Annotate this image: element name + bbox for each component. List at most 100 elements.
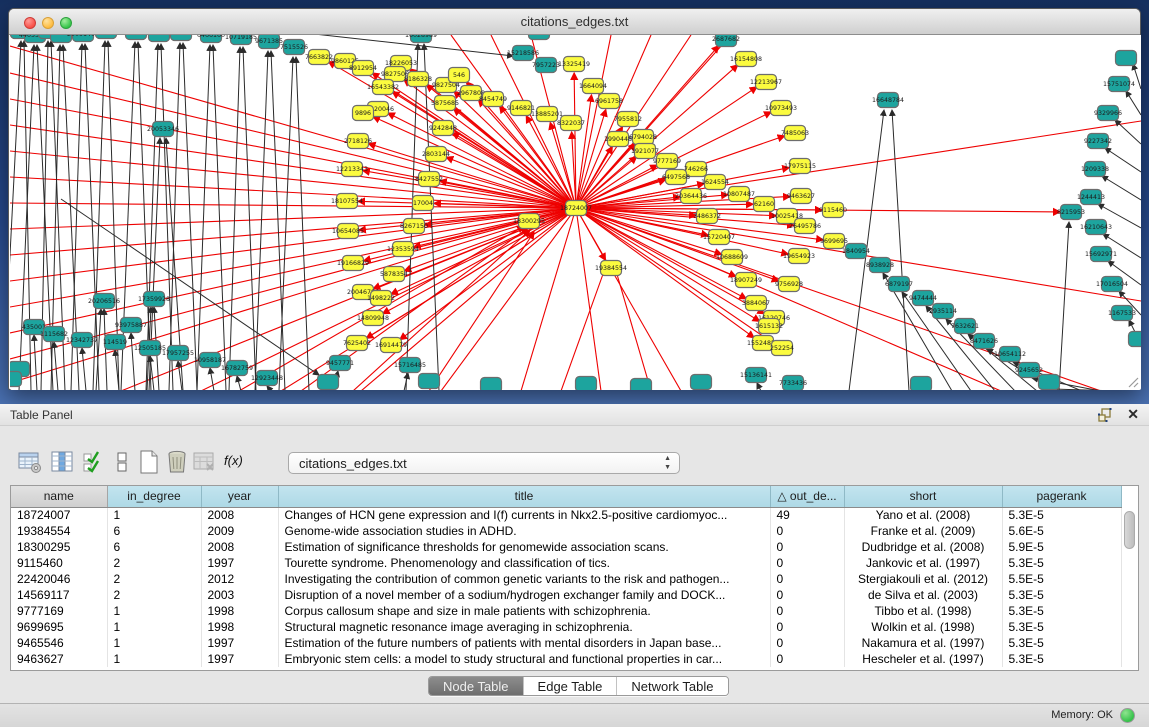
- table-cell[interactable]: 18300295: [11, 539, 107, 555]
- network-edge[interactable]: [197, 45, 210, 390]
- network-node[interactable]: 15692971: [1085, 247, 1117, 262]
- network-node[interactable]: 1624554: [701, 175, 729, 190]
- column-header-title[interactable]: title: [278, 486, 770, 507]
- network-node[interactable]: [481, 378, 502, 391]
- network-node[interactable]: 17016504: [1096, 277, 1128, 292]
- rows-icon[interactable]: [110, 450, 134, 474]
- close-panel-icon[interactable]: ✕: [1127, 406, 1139, 423]
- network-node[interactable]: 114519: [103, 335, 127, 350]
- network-edge[interactable]: [296, 57, 309, 390]
- table-cell[interactable]: 2: [107, 587, 201, 603]
- network-edge[interactable]: [271, 51, 285, 390]
- table-cell[interactable]: Stergiakouli et al. (2012): [844, 571, 1002, 587]
- table-cell[interactable]: Yano et al. (2008): [844, 507, 1002, 523]
- network-edge[interactable]: [10, 41, 21, 390]
- column-header-name[interactable]: name: [11, 486, 107, 507]
- network-node[interactable]: 7955812: [614, 112, 642, 127]
- network-node[interactable]: 252254: [770, 341, 794, 356]
- tab-edge-table[interactable]: Edge Table: [523, 677, 617, 695]
- vertical-scrollbar[interactable]: [1123, 510, 1136, 668]
- network-node[interactable]: 8322037: [557, 116, 585, 131]
- table-cell[interactable]: Nakamura et al. (1997): [844, 635, 1002, 651]
- table-cell[interactable]: 0: [770, 555, 844, 571]
- table-cell[interactable]: 5.3E-5: [1002, 651, 1121, 667]
- window-titlebar[interactable]: citations_edges.txt: [9, 9, 1140, 35]
- function-builder-icon[interactable]: f(x): [224, 453, 252, 477]
- network-node[interactable]: 1209338: [1081, 162, 1109, 177]
- network-edge[interactable]: [1102, 176, 1141, 200]
- table-cell[interactable]: 2008: [201, 507, 278, 523]
- table-cell[interactable]: 1997: [201, 555, 278, 571]
- network-node[interactable]: 9699695: [820, 234, 848, 249]
- table-row[interactable]: 969969511998Structural magnetic resonanc…: [11, 619, 1121, 635]
- new-table-icon[interactable]: [137, 450, 161, 474]
- network-edge[interactable]: [1115, 120, 1141, 144]
- network-node[interactable]: 12213343: [336, 162, 368, 177]
- table-cell[interactable]: Changes of HCN gene expression and I(f) …: [278, 507, 770, 523]
- table-cell[interactable]: Estimation of the future numbers of pati…: [278, 635, 770, 651]
- network-node[interactable]: 2718126: [344, 134, 372, 149]
- column-header-outde[interactable]: △ out_de...: [770, 486, 844, 507]
- network-node[interactable]: 10653287: [120, 35, 152, 40]
- table-cell[interactable]: 9465546: [11, 635, 107, 651]
- network-edge[interactable]: [1105, 148, 1141, 172]
- network-edge[interactable]: [237, 376, 241, 390]
- table-cell[interactable]: 0: [770, 651, 844, 667]
- table-row[interactable]: 911546021997Tourette syndrome. Phenomeno…: [11, 555, 1121, 571]
- network-node[interactable]: 8471626: [970, 334, 998, 349]
- table-cell[interactable]: 1: [107, 507, 201, 523]
- network-edge[interactable]: [614, 264, 651, 390]
- network-node[interactable]: [1129, 332, 1142, 347]
- network-node[interactable]: 18907249: [730, 273, 762, 288]
- network-node[interactable]: 10973493: [765, 101, 797, 116]
- select-all-icon[interactable]: [82, 450, 106, 474]
- network-node[interactable]: 7625402: [343, 336, 371, 351]
- network-node[interactable]: 7486372: [693, 209, 721, 224]
- network-node[interactable]: 6961758: [595, 94, 623, 109]
- network-node[interactable]: 19384554: [595, 261, 627, 276]
- network-edge[interactable]: [279, 57, 293, 390]
- network-node[interactable]: 12213967: [750, 75, 782, 90]
- network-edge[interactable]: [521, 208, 576, 390]
- network-window[interactable]: citations_edges.txt 44055714200914061065…: [8, 8, 1141, 390]
- network-node[interactable]: [318, 375, 339, 390]
- network-node[interactable]: 9242848: [429, 121, 457, 136]
- network-node[interactable]: [631, 379, 652, 391]
- network-node[interactable]: 8813054: [525, 35, 553, 40]
- network-node[interactable]: [1116, 51, 1137, 66]
- network-canvas[interactable]: 4405571420091406106532871527602646616010…: [10, 35, 1141, 390]
- network-node[interactable]: 9245652: [1015, 363, 1043, 378]
- network-node[interactable]: 1921077: [631, 144, 659, 159]
- network-node[interactable]: 1527602: [167, 35, 195, 41]
- table-cell[interactable]: 5.3E-5: [1002, 555, 1121, 571]
- table-cell[interactable]: 6: [107, 539, 201, 555]
- column-header-year[interactable]: year: [201, 486, 278, 507]
- scrollbar-thumb[interactable]: [1124, 511, 1135, 549]
- table-cell[interactable]: 1997: [201, 651, 278, 667]
- table-cell[interactable]: Estimation of significance thresholds fo…: [278, 539, 770, 555]
- network-edge[interactable]: [169, 43, 180, 390]
- network-node[interactable]: 17957255: [162, 346, 194, 361]
- table-cell[interactable]: 9463627: [11, 651, 107, 667]
- network-node[interactable]: 16648784: [872, 93, 904, 108]
- network-node[interactable]: 62160: [754, 197, 775, 212]
- network-node[interactable]: 10688609: [716, 250, 748, 265]
- network-node[interactable]: 9463627: [787, 189, 815, 204]
- network-node[interactable]: [1039, 375, 1060, 390]
- network-edge[interactable]: [131, 333, 135, 390]
- network-node[interactable]: 1615132: [755, 319, 783, 334]
- float-panel-icon[interactable]: [1097, 407, 1113, 423]
- delete-columns-icon[interactable]: [192, 450, 216, 474]
- table-cell[interactable]: 9699695: [11, 619, 107, 635]
- network-node[interactable]: 1167533: [1108, 306, 1136, 321]
- network-edge[interactable]: [10, 151, 576, 208]
- network-edge[interactable]: [576, 208, 601, 390]
- network-edge[interactable]: [82, 348, 86, 390]
- network-node[interactable]: 12342737: [66, 333, 98, 348]
- network-node[interactable]: 9777169: [653, 154, 681, 169]
- network-node[interactable]: 15720407: [703, 230, 735, 245]
- column-header-pagerank[interactable]: pagerank: [1002, 486, 1121, 507]
- table-cell[interactable]: 5.3E-5: [1002, 619, 1121, 635]
- network-node[interactable]: 7632621: [951, 319, 979, 334]
- table-cell[interactable]: 0: [770, 571, 844, 587]
